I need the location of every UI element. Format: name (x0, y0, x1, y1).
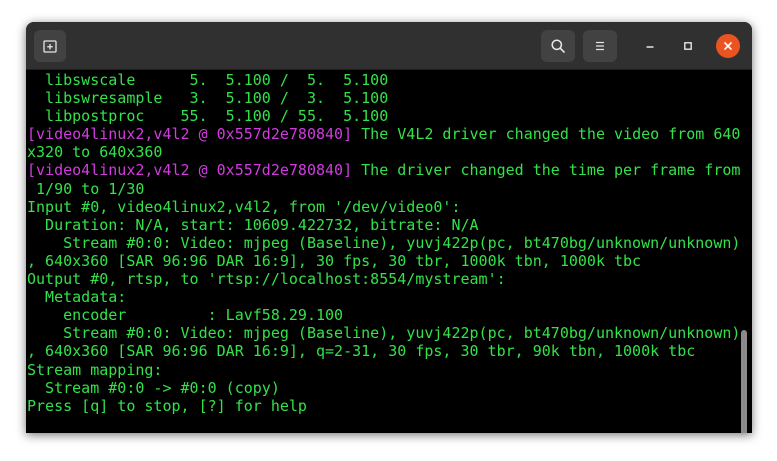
log-prefix: [video4linux2,v4l2 @ 0x557d2e780840] (27, 161, 353, 180)
close-icon (724, 42, 732, 50)
terminal-line: 1/90 to 1/30 (27, 180, 740, 198)
maximize-button[interactable] (676, 34, 700, 58)
hamburger-menu-icon (596, 41, 604, 51)
log-text: libswscale 5. 5.100 / 5. 5.100 (27, 71, 389, 89)
log-text: Stream mapping: (27, 360, 163, 379)
terminal-line: Output #0, rtsp, to 'rtsp://localhost:85… (27, 270, 740, 288)
log-text: Duration: N/A, start: 10609.422732, bitr… (27, 215, 479, 234)
search-icon (551, 39, 565, 53)
terminal-text: libswscale 5. 5.100 / 5. 5.100 libswresa… (27, 71, 740, 415)
minimize-icon (646, 46, 654, 48)
minimize-button[interactable] (638, 34, 662, 58)
log-text: x320 to 640x360 (27, 143, 163, 162)
terminal-line: Stream mapping: (27, 361, 740, 379)
terminal-line: x320 to 640x360 (27, 143, 740, 161)
terminal-line: Stream #0:0: Video: mjpeg (Baseline), yu… (27, 234, 740, 252)
log-text: Input #0, video4linux2,v4l2, from '/dev/… (27, 197, 461, 216)
terminal-line: Stream #0:0: Video: mjpeg (Baseline), yu… (27, 324, 740, 342)
new-tab-icon (43, 40, 57, 53)
new-tab-button[interactable] (34, 30, 66, 62)
log-text: The driver changed the time per frame fr… (352, 161, 741, 180)
menu-button[interactable] (583, 30, 617, 62)
terminal-line: Duration: N/A, start: 10609.422732, bitr… (27, 216, 740, 234)
terminal-line: , 640x360 [SAR 96:96 DAR 16:9], 30 fps, … (27, 252, 740, 270)
log-text: libpostproc 55. 5.100 / 55. 5.100 (27, 107, 389, 126)
title-bar (26, 22, 752, 70)
maximize-icon (684, 42, 692, 50)
log-text: Press [q] to stop, [?] for help (27, 396, 307, 415)
log-text: Stream #0:0: Video: mjpeg (Baseline), yu… (27, 324, 741, 343)
log-text: libswresample 3. 5.100 / 3. 5.100 (27, 89, 389, 108)
terminal-line: Stream #0:0 -> #0:0 (copy) (27, 379, 740, 397)
log-prefix: [video4linux2,v4l2 @ 0x557d2e780840] (27, 125, 353, 144)
log-text: , 640x360 [SAR 96:96 DAR 16:9], 30 fps, … (27, 251, 642, 270)
terminal-line: Input #0, video4linux2,v4l2, from '/dev/… (27, 198, 740, 216)
log-text: encoder : Lavf58.29.100 (27, 306, 344, 325)
log-text: 1/90 to 1/30 (27, 179, 145, 198)
terminal-line: Metadata: (27, 288, 740, 306)
terminal-line: [video4linux2,v4l2 @ 0x557d2e780840] The… (27, 125, 740, 143)
terminal-line: Press [q] to stop, [?] for help (27, 397, 740, 415)
scrollbar-thumb[interactable] (741, 330, 747, 433)
terminal-line: libpostproc 55. 5.100 / 55. 5.100 (27, 107, 740, 125)
log-text: Stream #0:0: Video: mjpeg (Baseline), yu… (27, 233, 741, 252)
log-text: , 640x360 [SAR 96:96 DAR 16:9], q=2-31, … (27, 342, 696, 361)
terminal-line: encoder : Lavf58.29.100 (27, 306, 740, 324)
terminal-output-area[interactable]: libswscale 5. 5.100 / 5. 5.100 libswresa… (26, 71, 752, 433)
close-button[interactable] (716, 34, 740, 58)
terminal-line: , 640x360 [SAR 96:96 DAR 16:9], q=2-31, … (27, 342, 740, 360)
log-text: Metadata: (27, 288, 127, 307)
terminal-line: libswresample 3. 5.100 / 3. 5.100 (27, 89, 740, 107)
search-button[interactable] (541, 30, 575, 62)
log-text: Output #0, rtsp, to 'rtsp://localhost:85… (27, 270, 506, 289)
terminal-window: libswscale 5. 5.100 / 5. 5.100 libswresa… (26, 22, 752, 433)
terminal-line: [video4linux2,v4l2 @ 0x557d2e780840] The… (27, 161, 740, 179)
log-text: The V4L2 driver changed the video from 6… (352, 125, 741, 144)
log-text: Stream #0:0 -> #0:0 (copy) (27, 378, 280, 397)
terminal-line: libswscale 5. 5.100 / 5. 5.100 (27, 71, 740, 89)
